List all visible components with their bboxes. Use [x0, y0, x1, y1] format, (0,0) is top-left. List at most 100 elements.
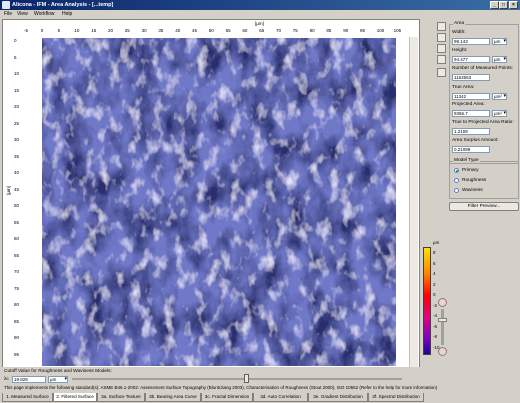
properties-panel: Area Width: 99.143 µm Height: 94.477 µm … — [420, 19, 520, 399]
points-field[interactable]: 1163553 — [452, 74, 490, 81]
cutoff-value-field[interactable]: 19.829 — [12, 376, 46, 383]
colorbar-unit: µm — [433, 240, 440, 245]
top-ruler-tick: 0 — [40, 28, 44, 33]
menu-file[interactable]: File — [4, 10, 12, 19]
roughness-radio[interactable] — [454, 178, 459, 183]
projected-area-label: Projected Area: — [452, 102, 485, 107]
cutoff-slider-track[interactable] — [72, 378, 402, 380]
scale-up-icon[interactable] — [438, 298, 447, 307]
cutoff-unit-select[interactable]: µm — [48, 376, 68, 383]
pan-tool-icon[interactable] — [437, 33, 446, 42]
width-unit-select[interactable]: µm — [492, 38, 507, 45]
title-bar: Alicona - IFM - Area Analysis - [...temp… — [0, 0, 520, 10]
height-field[interactable]: 94.477 — [452, 56, 490, 63]
top-ruler-tick: 80 — [309, 28, 315, 33]
colorbar-tick: -4 — [433, 313, 438, 318]
top-ruler-tick: 85 — [326, 28, 332, 33]
cutoff-slider-thumb[interactable] — [244, 374, 249, 383]
menu-view[interactable]: View — [17, 10, 28, 19]
true-area-field[interactable]: 11342 — [452, 93, 490, 100]
left-ruler-tick: 0 — [14, 38, 17, 43]
left-ruler-tick: 70 — [14, 269, 20, 274]
scale-slider[interactable] — [441, 309, 444, 345]
top-ruler-tick: 95 — [360, 28, 366, 33]
menu-workflow[interactable]: Workflow — [34, 10, 54, 19]
left-ruler-tick: 30 — [14, 137, 20, 142]
top-ruler-tick: 30 — [141, 28, 147, 33]
menu-help[interactable]: Help — [62, 10, 72, 19]
waviness-label: Waviness — [462, 188, 483, 193]
tab-auto-correlation[interactable]: 3d. Auto Correlation — [253, 393, 308, 402]
colorbar-tick: -8 — [433, 334, 438, 339]
color-tool-icon[interactable] — [437, 68, 446, 77]
top-ruler: [µm] -5 0 5 10 15 20 25 30 35 40 45 50 55 60 65 70 75 80 8… — [24, 21, 406, 37]
top-ruler-tick: 60 — [242, 28, 248, 33]
reset-tool-icon[interactable] — [437, 55, 446, 64]
surface-texture — [42, 38, 396, 366]
menu-bar: File View Workflow Help — [0, 10, 520, 19]
left-ruler-tick: 35 — [14, 153, 20, 159]
tab-gradient-distribution[interactable]: 3e. Gradient Distribution — [308, 393, 368, 402]
scale-down-icon[interactable] — [438, 347, 447, 356]
top-ruler-tick: 65 — [259, 28, 265, 33]
model-type-title: Model Type — [453, 158, 480, 163]
area-group-title: Area — [453, 21, 466, 26]
tab-spectral-distribution[interactable]: 3f. Spectral Distribution — [368, 393, 424, 402]
left-ruler-tick: 65 — [14, 252, 20, 258]
top-ruler-tick: 25 — [124, 28, 130, 33]
left-ruler-tick: 95 — [14, 351, 20, 357]
width-field[interactable]: 99.143 — [452, 38, 490, 45]
left-ruler-unit: [µm] — [5, 186, 11, 195]
colorbar-tick: 0 — [433, 292, 436, 297]
cutoff-symbol: λc — [4, 377, 9, 382]
zoom-tool-icon[interactable] — [437, 22, 446, 31]
top-ruler-unit: [µm] — [255, 21, 264, 26]
colorbar-tick: 4 — [433, 271, 436, 276]
left-ruler-tick: 50 — [14, 203, 20, 208]
top-ruler-tick: 55 — [225, 28, 231, 33]
tab-filtered-surface[interactable]: 2. Filtered Surface — [53, 393, 97, 402]
left-ruler-tick: 80 — [14, 302, 20, 307]
top-ruler-tick: 90 — [343, 28, 349, 33]
cutoff-label: Cutoff Value for Roughness and Waviness … — [4, 369, 112, 374]
surplus-field[interactable]: 0.21089 — [452, 146, 490, 153]
primary-radio[interactable] — [454, 168, 459, 173]
width-label: Width: — [452, 30, 466, 35]
height-unit-select[interactable]: µm — [492, 56, 507, 63]
filtered-surface-image[interactable] — [42, 38, 396, 366]
projected-area-field[interactable]: 9366.7 — [452, 110, 490, 117]
roughness-label: Roughness — [462, 178, 487, 183]
filter-preview-button[interactable]: Filter Preview... — [449, 202, 519, 211]
app-icon — [2, 1, 10, 9]
maximize-button[interactable]: □ — [499, 1, 508, 9]
select-tool-icon[interactable] — [437, 44, 446, 53]
minimize-button[interactable]: _ — [490, 1, 499, 9]
true-area-unit-select[interactable]: µm² — [492, 93, 507, 100]
colorbar-tick: -2 — [433, 302, 438, 308]
tab-bearing-area-curve[interactable]: 3b. Bearing Area Curve — [145, 393, 201, 402]
left-ruler-tick: 10 — [14, 71, 20, 76]
analysis-tabs: 1. Measured Surface 2. Filtered Surface … — [0, 393, 520, 403]
left-ruler-tick: 75 — [14, 285, 20, 291]
waviness-radio[interactable] — [454, 188, 459, 193]
ratio-label: True to Projected Area Ratio: — [452, 120, 514, 125]
top-ruler-tick: 75 — [292, 28, 298, 33]
standards-status: This page implements the following stand… — [4, 385, 438, 390]
top-ruler-tick: 15 — [91, 28, 97, 33]
primary-label: Primary — [462, 168, 479, 173]
projected-area-unit-select[interactable]: µm² — [492, 110, 507, 117]
true-area-label: True Area: — [452, 85, 475, 90]
tab-surface-texture[interactable]: 3a. Surface Texture — [97, 393, 145, 402]
height-label: Height: — [452, 48, 468, 53]
colorbar-tick: 2 — [433, 281, 436, 287]
tab-fractal-dimension[interactable]: 3c. Fractal Dimension — [201, 393, 253, 402]
tab-measured-surface[interactable]: 1. Measured Surface — [2, 393, 53, 402]
left-ruler-tick: 5 — [14, 54, 17, 60]
left-ruler-tick: 55 — [14, 219, 20, 225]
close-button[interactable]: × — [509, 1, 518, 9]
top-ruler-tick: 40 — [175, 28, 181, 33]
image-scrollbar[interactable] — [409, 37, 418, 367]
left-ruler-tick: 15 — [14, 87, 20, 93]
ratio-field[interactable]: 1.2109 — [452, 128, 490, 135]
scale-slider-thumb[interactable] — [438, 318, 447, 322]
